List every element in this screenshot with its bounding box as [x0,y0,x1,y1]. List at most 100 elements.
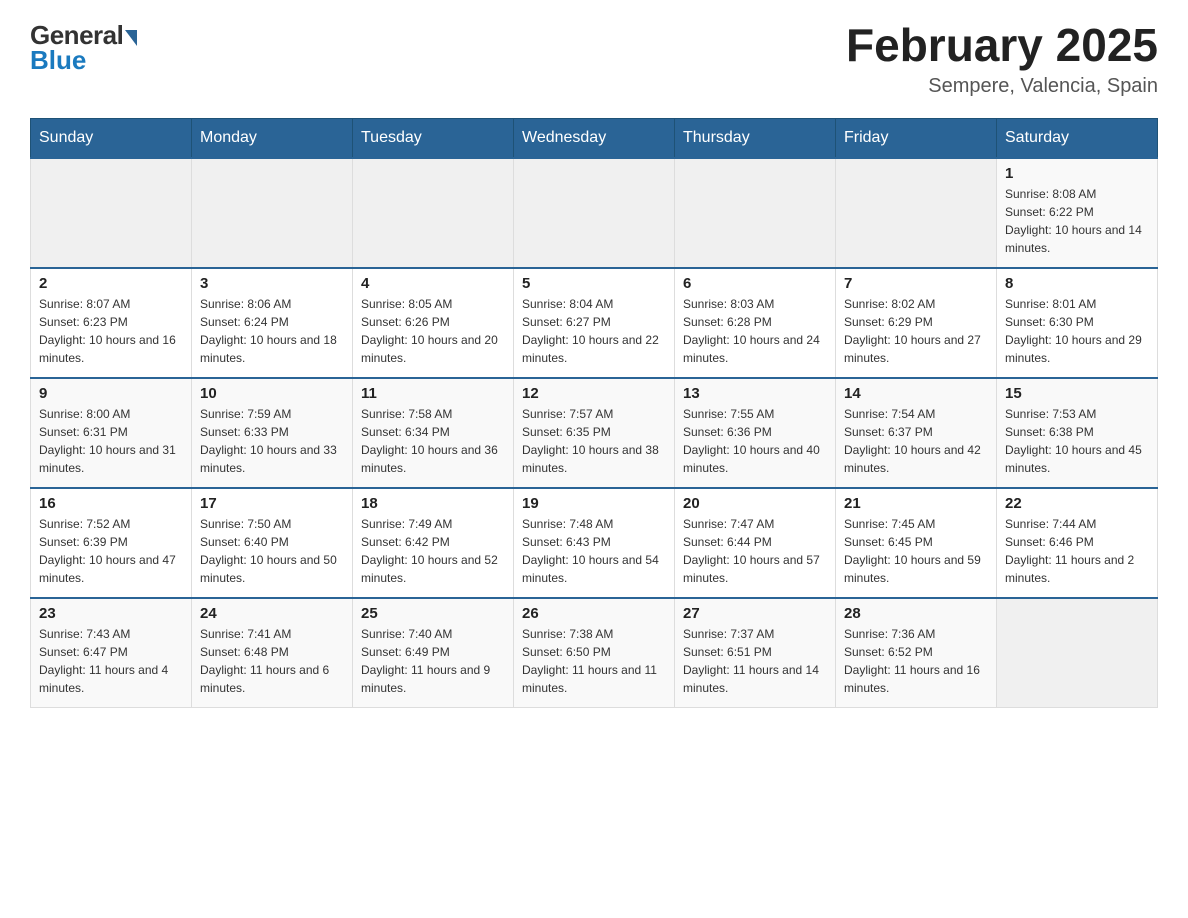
calendar-cell: 8Sunrise: 8:01 AM Sunset: 6:30 PM Daylig… [997,268,1158,378]
day-info: Sunrise: 8:04 AM Sunset: 6:27 PM Dayligh… [522,295,666,367]
day-number: 10 [200,385,344,402]
calendar-cell: 4 Sunrise: 8:05 AM Sunset: 6:26 PM Daylig… [353,268,514,378]
calendar-cell: 6 Sunrise: 8:03 AM Sunset: 6:28 PM Daylig… [675,268,836,378]
day-info: Sunrise: 7:59 AM Sunset: 6:33 PM Dayligh… [200,405,344,477]
day-info: Sunrise: 7:53 AM Sunset: 6:38 PM Dayligh… [1005,405,1149,477]
day-number: 15 [1005,385,1149,402]
calendar-cell: 16Sunrise: 7:52 AM Sunset: 6:39 PM Dayli… [31,488,192,598]
calendar-cell: 19 Sunrise: 7:48 AM Sunset: 6:43 PM Dayli… [514,488,675,598]
logo-blue-text: Blue [30,45,86,76]
day-number: 24 [200,605,344,622]
calendar-cell: 11 Sunrise: 7:58 AM Sunset: 6:34 PM Dayli… [353,378,514,488]
calendar-cell: 14 Sunrise: 7:54 AM Sunset: 6:37 PM Dayli… [836,378,997,488]
day-info: Sunrise: 7:57 AM Sunset: 6:35 PM Dayligh… [522,405,666,477]
day-info: Sunrise: 7:43 AM Sunset: 6:47 PM Dayligh… [39,625,183,697]
header-wednesday: Wednesday [514,118,675,158]
day-info: Sunrise: 7:37 AM Sunset: 6:51 PM Dayligh… [683,625,827,697]
header-sunday: Sunday [31,118,192,158]
calendar-cell [997,598,1158,708]
day-number: 28 [844,605,988,622]
day-number: 6 [683,275,827,292]
calendar-cell: 28 Sunrise: 7:36 AM Sunset: 6:52 PM Dayli… [836,598,997,708]
day-info: Sunrise: 7:55 AM Sunset: 6:36 PM Dayligh… [683,405,827,477]
calendar-cell [836,158,997,268]
week-row-1: 1 Sunrise: 8:08 AM Sunset: 6:22 PM Daylig… [31,158,1158,268]
calendar-cell [192,158,353,268]
calendar-cell: 21 Sunrise: 7:45 AM Sunset: 6:45 PM Dayli… [836,488,997,598]
day-info: Sunrise: 7:45 AM Sunset: 6:45 PM Dayligh… [844,515,988,587]
day-info: Sunrise: 8:01 AM Sunset: 6:30 PM Dayligh… [1005,295,1149,367]
day-number: 2 [39,275,183,292]
day-number: 4 [361,275,505,292]
day-number: 23 [39,605,183,622]
logo-triangle-icon [125,30,137,46]
day-info: Sunrise: 7:36 AM Sunset: 6:52 PM Dayligh… [844,625,988,697]
header-friday: Friday [836,118,997,158]
day-info: Sunrise: 7:54 AM Sunset: 6:37 PM Dayligh… [844,405,988,477]
calendar-cell: 18 Sunrise: 7:49 AM Sunset: 6:42 PM Dayli… [353,488,514,598]
day-number: 17 [200,495,344,512]
day-info: Sunrise: 7:41 AM Sunset: 6:48 PM Dayligh… [200,625,344,697]
day-info: Sunrise: 7:48 AM Sunset: 6:43 PM Dayligh… [522,515,666,587]
day-info: Sunrise: 8:03 AM Sunset: 6:28 PM Dayligh… [683,295,827,367]
day-info: Sunrise: 7:44 AM Sunset: 6:46 PM Dayligh… [1005,515,1149,587]
day-number: 21 [844,495,988,512]
day-number: 13 [683,385,827,402]
calendar-cell: 5 Sunrise: 8:04 AM Sunset: 6:27 PM Daylig… [514,268,675,378]
day-info: Sunrise: 8:02 AM Sunset: 6:29 PM Dayligh… [844,295,988,367]
calendar-cell [675,158,836,268]
week-row-4: 16Sunrise: 7:52 AM Sunset: 6:39 PM Dayli… [31,488,1158,598]
page-header: General Blue February 2025 Sempere, Vale… [30,20,1158,98]
week-row-3: 9 Sunrise: 8:00 AM Sunset: 6:31 PM Daylig… [31,378,1158,488]
calendar-cell: 7 Sunrise: 8:02 AM Sunset: 6:29 PM Daylig… [836,268,997,378]
day-number: 7 [844,275,988,292]
day-number: 9 [39,385,183,402]
calendar-cell: 15 Sunrise: 7:53 AM Sunset: 6:38 PM Dayli… [997,378,1158,488]
calendar-cell: 3Sunrise: 8:06 AM Sunset: 6:24 PM Daylig… [192,268,353,378]
day-number: 20 [683,495,827,512]
calendar-cell [514,158,675,268]
calendar-cell: 25Sunrise: 7:40 AM Sunset: 6:49 PM Dayli… [353,598,514,708]
calendar-cell: 13 Sunrise: 7:55 AM Sunset: 6:36 PM Dayli… [675,378,836,488]
calendar-table: Sunday Monday Tuesday Wednesday Thursday… [30,118,1158,709]
weekday-header-row: Sunday Monday Tuesday Wednesday Thursday… [31,118,1158,158]
header-tuesday: Tuesday [353,118,514,158]
calendar-cell [353,158,514,268]
calendar-cell: 12 Sunrise: 7:57 AM Sunset: 6:35 PM Dayli… [514,378,675,488]
header-thursday: Thursday [675,118,836,158]
day-number: 25 [361,605,505,622]
day-number: 12 [522,385,666,402]
day-info: Sunrise: 7:52 AM Sunset: 6:39 PM Dayligh… [39,515,183,587]
day-number: 18 [361,495,505,512]
calendar-cell: 23 Sunrise: 7:43 AM Sunset: 6:47 PM Dayli… [31,598,192,708]
calendar-cell: 2 Sunrise: 8:07 AM Sunset: 6:23 PM Daylig… [31,268,192,378]
day-number: 1 [1005,165,1149,182]
header-saturday: Saturday [997,118,1158,158]
week-row-5: 23 Sunrise: 7:43 AM Sunset: 6:47 PM Dayli… [31,598,1158,708]
day-number: 26 [522,605,666,622]
day-number: 19 [522,495,666,512]
calendar-cell: 10 Sunrise: 7:59 AM Sunset: 6:33 PM Dayli… [192,378,353,488]
day-info: Sunrise: 7:47 AM Sunset: 6:44 PM Dayligh… [683,515,827,587]
calendar-cell [31,158,192,268]
month-title: February 2025 [846,20,1158,71]
day-info: Sunrise: 8:00 AM Sunset: 6:31 PM Dayligh… [39,405,183,477]
day-number: 11 [361,385,505,402]
calendar-cell: 24 Sunrise: 7:41 AM Sunset: 6:48 PM Dayli… [192,598,353,708]
week-row-2: 2 Sunrise: 8:07 AM Sunset: 6:23 PM Daylig… [31,268,1158,378]
calendar-cell: 22Sunrise: 7:44 AM Sunset: 6:46 PM Dayli… [997,488,1158,598]
day-info: Sunrise: 8:05 AM Sunset: 6:26 PM Dayligh… [361,295,505,367]
day-info: Sunrise: 8:08 AM Sunset: 6:22 PM Dayligh… [1005,185,1149,257]
day-info: Sunrise: 8:07 AM Sunset: 6:23 PM Dayligh… [39,295,183,367]
day-info: Sunrise: 7:49 AM Sunset: 6:42 PM Dayligh… [361,515,505,587]
calendar-cell: 27Sunrise: 7:37 AM Sunset: 6:51 PM Dayli… [675,598,836,708]
day-info: Sunrise: 7:58 AM Sunset: 6:34 PM Dayligh… [361,405,505,477]
logo: General Blue [30,20,137,76]
calendar-cell: 20 Sunrise: 7:47 AM Sunset: 6:44 PM Dayli… [675,488,836,598]
calendar-cell: 9 Sunrise: 8:00 AM Sunset: 6:31 PM Daylig… [31,378,192,488]
calendar-cell: 17Sunrise: 7:50 AM Sunset: 6:40 PM Dayli… [192,488,353,598]
title-section: February 2025 Sempere, Valencia, Spain [846,20,1158,98]
header-monday: Monday [192,118,353,158]
day-number: 5 [522,275,666,292]
day-number: 14 [844,385,988,402]
